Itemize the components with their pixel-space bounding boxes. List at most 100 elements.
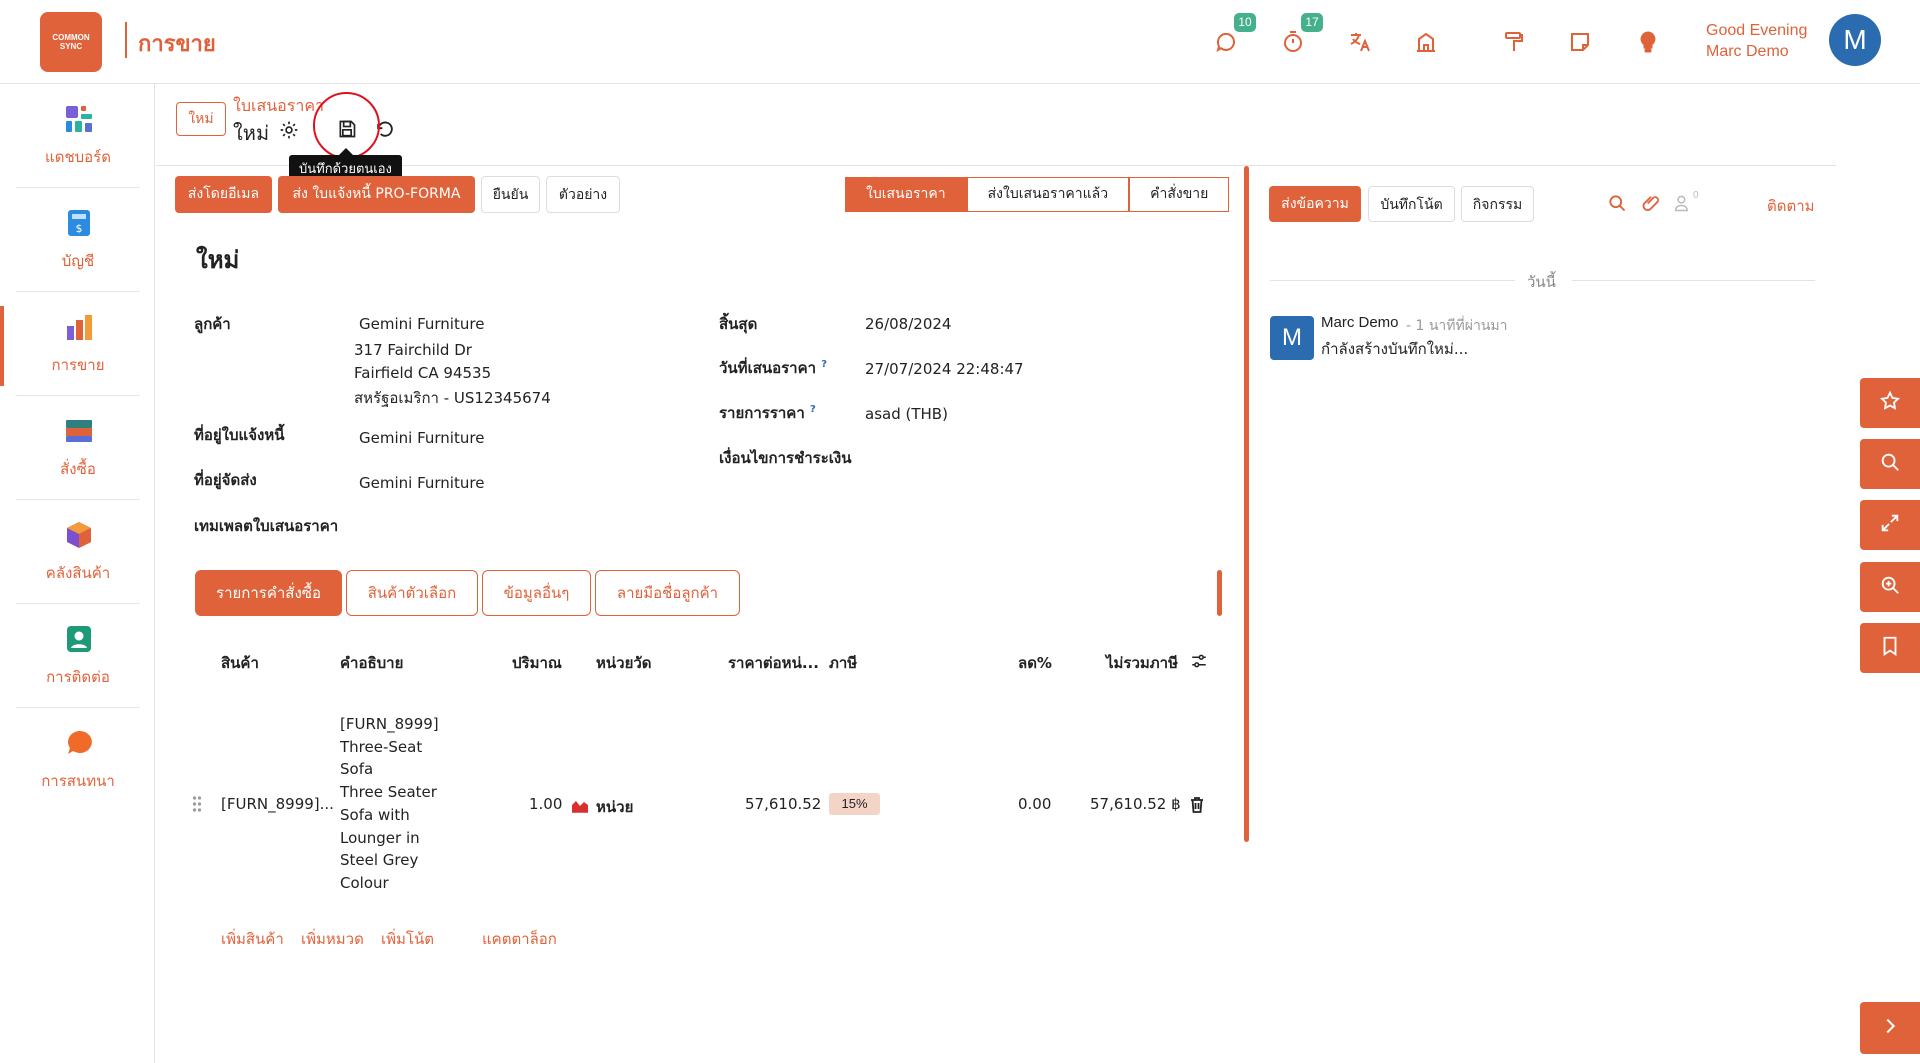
invoice-address-field[interactable]: Gemini Furniture [359,429,484,447]
tab-customer-signature[interactable]: ลายมือชื่อลูกค้า [595,570,740,616]
line-discount[interactable]: 0.00 [1018,795,1051,813]
trash-icon[interactable] [1189,796,1205,813]
line-description-text: Colour [340,873,389,892]
tab-other-info[interactable]: ข้อมูลอื่นๆ [482,570,591,616]
column-header-uom[interactable]: หน่วยวัด [596,651,652,675]
line-quantity[interactable]: 1.00 [529,795,562,813]
catalog-link[interactable]: แคตตาล็อก [482,927,557,951]
form-chatter-splitter[interactable] [1244,166,1249,842]
greeting: Good Evening Marc Demo [1706,20,1807,62]
line-description[interactable]: [FURN_8999] Three-Seat Sofa Three Seater… [340,713,460,895]
forecast-chart-icon[interactable] [571,797,589,813]
paint-roller-icon[interactable] [1502,30,1526,54]
discuss-icon [64,728,94,758]
line-uom[interactable]: หน่วย [596,795,633,819]
send-proforma-button[interactable]: ส่ง ใบแจ้งหนี้ PRO-FORMA [278,176,475,213]
pricelist-label: รายการราคา ? [719,401,816,425]
delivery-address-field[interactable]: Gemini Furniture [359,474,484,492]
sales-icon [64,312,94,342]
expiration-label: สิ้นสุด [719,315,758,333]
status-step-sales-order[interactable]: คำสั่งขาย [1129,177,1230,212]
follow-button[interactable]: ติดตาม [1767,194,1815,218]
column-header-product[interactable]: สินค้า [221,651,259,675]
customer-address-line-3: สหรัฐอเมริกา - US12345674 [354,389,551,407]
tabs-scroll-indicator [1217,570,1222,616]
fullscreen-button[interactable] [1860,500,1920,550]
line-tax-badge[interactable]: 15% [829,793,880,815]
tab-optional-products[interactable]: สินค้าตัวเลือก [346,570,478,616]
followers-icon[interactable] [1673,193,1693,213]
zoom-button[interactable] [1860,562,1920,612]
column-header-description[interactable]: คำอธิบาย [340,651,403,675]
add-note-link[interactable]: เพิ่มโน้ต [381,927,434,951]
add-section-link[interactable]: เพิ่มหมวด [301,927,364,951]
paperclip-icon[interactable] [1641,193,1661,213]
app-title[interactable]: การขาย [138,26,216,61]
note-icon[interactable] [1568,30,1592,54]
help-icon[interactable]: ? [810,404,816,415]
bookmark-button[interactable] [1860,623,1920,673]
column-settings-icon[interactable] [1190,652,1208,670]
sidebar-item-contacts[interactable]: การติดต่อ [16,604,140,708]
activities-count-badge: 17 [1301,13,1323,32]
expiration-field[interactable]: 26/08/2024 [865,315,951,333]
activities-button[interactable]: กิจกรรม [1461,186,1534,222]
sidebar-item-label: การสนทนา [41,772,115,790]
expand-panel-button[interactable] [1860,1002,1920,1054]
chevron-right-icon [1879,1015,1901,1042]
confirm-button[interactable]: ยืนยัน [481,176,540,213]
column-header-unit-price[interactable]: ราคาต่อหน่... [728,651,819,675]
inventory-icon [64,520,94,550]
lightbulb-icon[interactable] [1636,30,1660,54]
date-separator: วันนี้ [1527,273,1556,291]
line-unit-price[interactable]: 57,610.52 [745,795,821,813]
new-button[interactable]: ใหม่ [176,102,226,136]
sidebar-item-inventory[interactable]: คลังสินค้า [16,500,140,604]
sidebar-item-dashboard[interactable]: แดชบอร์ด [16,84,140,188]
sidebar-item-purchase[interactable]: สั่งซื้อ [16,396,140,500]
translate-icon[interactable] [1348,30,1372,54]
chat-icon[interactable] [1214,30,1238,54]
tab-order-lines[interactable]: รายการคำสั่งซื้อ [195,570,342,616]
drag-handle-icon[interactable] [192,795,202,813]
column-header-quantity[interactable]: ปริมาณ [512,651,562,675]
app-logo[interactable]: COMMON SYNC [40,12,102,72]
search-icon [1879,451,1901,478]
quotation-date-label: วันที่เสนอราคา ? [719,356,827,380]
line-description-text: Sofa [340,760,374,779]
column-header-discount[interactable]: ลด% [1018,651,1052,675]
breadcrumb-parent[interactable]: ใบเสนอราคา [233,94,324,119]
timer-icon[interactable] [1281,30,1305,54]
customer-field[interactable]: Gemini Furniture [359,315,484,333]
status-step-quotation[interactable]: ใบเสนอราคา [845,177,967,212]
line-product[interactable]: [FURN_8999]... [221,795,334,813]
column-header-subtotal[interactable]: ไม่รวมภาษี [1106,651,1178,675]
help-icon[interactable]: ? [821,359,827,370]
invoice-address-label: ที่อยู่ใบแจ้งหนี้ [194,426,285,444]
sidebar-item-discuss[interactable]: การสนทนา [16,708,140,812]
search-icon[interactable] [1607,193,1627,213]
favorite-button[interactable] [1860,378,1920,428]
company-icon[interactable] [1414,30,1438,54]
status-bar: ใบเสนอราคา ส่งใบเสนอราคาแล้ว คำสั่งขาย [845,177,1230,212]
quotation-date-field[interactable]: 27/07/2024 22:48:47 [865,360,1024,378]
divider [125,22,127,58]
purchase-icon [64,416,94,446]
pricelist-field[interactable]: asad (THB) [865,405,948,423]
send-email-button[interactable]: ส่งโดยอีเมล [175,176,272,213]
preview-button[interactable]: ตัวอย่าง [546,176,620,213]
user-avatar[interactable]: M [1829,14,1881,66]
log-note-button[interactable]: บันทึกโน้ต [1368,186,1455,222]
send-message-button[interactable]: ส่งข้อความ [1269,186,1361,222]
status-step-quotation-sent[interactable]: ส่งใบเสนอราคาแล้ว [966,177,1130,212]
sidebar-item-accounting[interactable]: $ บัญชี [16,188,140,292]
line-description-text: Sofa with [340,805,410,824]
add-product-link[interactable]: เพิ่มสินค้า [221,927,284,951]
customer-address-line-1: 317 Fairchild Dr [354,341,472,359]
sidebar-item-sales[interactable]: การขาย [16,292,140,396]
column-header-taxes[interactable]: ภาษี [829,651,857,675]
gear-icon[interactable] [279,120,299,140]
message-author[interactable]: Marc Demo [1321,314,1399,331]
search-float-button[interactable] [1860,439,1920,489]
message-avatar[interactable]: M [1270,316,1314,360]
